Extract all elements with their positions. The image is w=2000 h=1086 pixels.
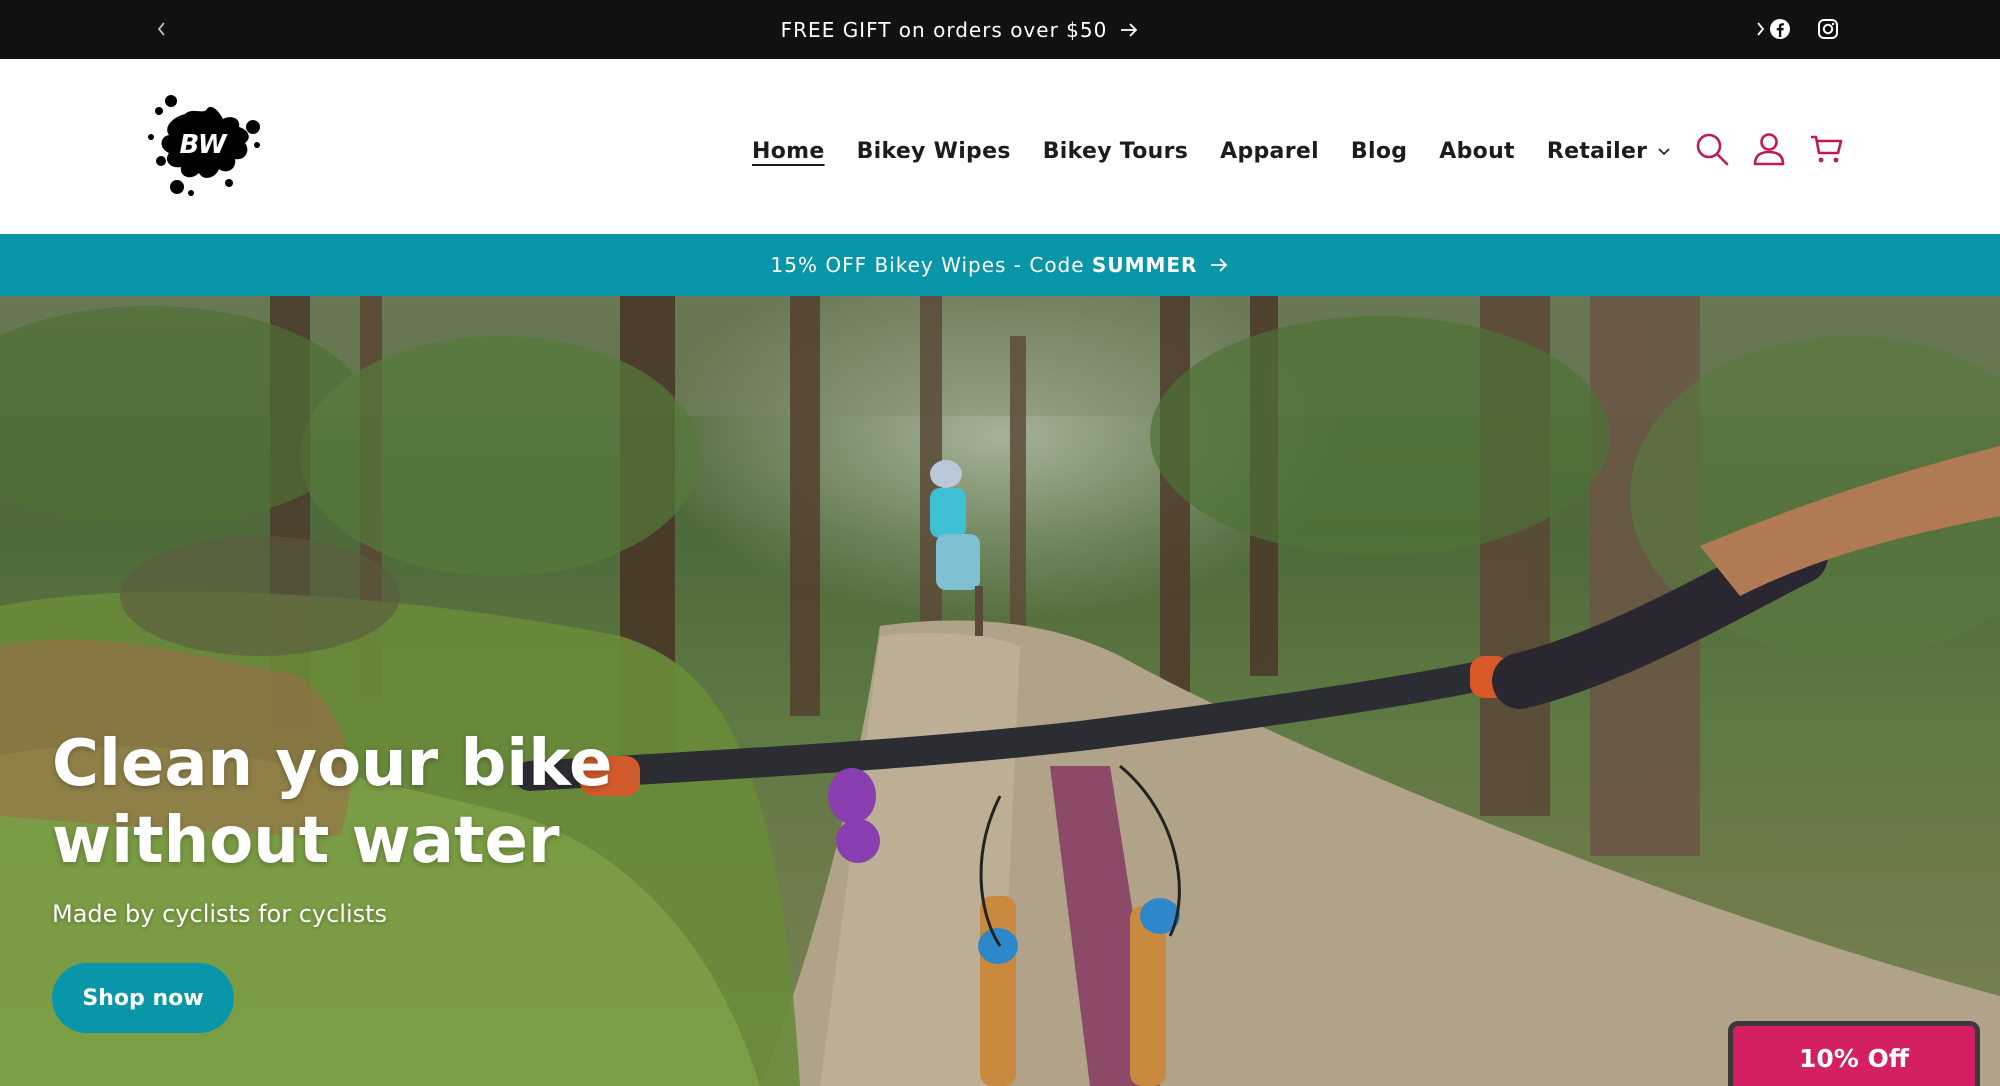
instagram-icon <box>1818 19 1838 39</box>
hero-banner: Clean your bike without water Made by cy… <box>0 296 2000 1086</box>
hero-subtitle: Made by cyclists for cyclists <box>52 900 388 928</box>
nav-item-label: Bikey Wipes <box>856 138 1011 164</box>
announcement-prev-button[interactable] <box>150 17 174 41</box>
nav-item-label: Bikey Tours <box>1042 138 1189 164</box>
nav-item-retailer[interactable]: Retailer <box>1547 139 1671 164</box>
hero-title: Clean your bike without water <box>52 727 613 878</box>
chevron-down-icon <box>1658 148 1670 156</box>
chevron-right-icon <box>1757 22 1765 36</box>
shop-now-button[interactable]: Shop now <box>52 963 234 1033</box>
promo-text-prefix: 15% OFF Bikey Wipes - Code <box>770 253 1092 277</box>
announcement-bar: FREE GIFT on orders over $50 <box>0 0 2000 59</box>
logo-text: BW <box>179 130 227 160</box>
announcement-message[interactable]: FREE GIFT on orders over $50 <box>700 0 1220 59</box>
main-nav: Home Bikey Wipes Bikey Tours Apparel Blo… <box>752 131 1671 171</box>
site-logo[interactable]: BW <box>145 89 263 199</box>
promo-code: SUMMER <box>1091 253 1198 277</box>
account-icon <box>1753 133 1785 166</box>
nav-item-label: About <box>1439 138 1515 164</box>
arrow-right-icon <box>1211 258 1228 272</box>
instagram-link[interactable] <box>1815 16 1841 42</box>
cart-icon <box>1811 135 1843 163</box>
search-icon <box>1696 133 1729 166</box>
search-button[interactable] <box>1690 127 1734 171</box>
logo-splat-icon: BW <box>148 95 260 196</box>
nav-item-home[interactable]: Home <box>752 139 825 164</box>
nav-item-about[interactable]: About <box>1439 139 1515 164</box>
nav-item-apparel[interactable]: Apparel <box>1220 139 1319 164</box>
nav-item-label: Blog <box>1350 138 1408 164</box>
nav-item-blog[interactable]: Blog <box>1351 139 1407 164</box>
facebook-link[interactable] <box>1767 16 1793 42</box>
nav-item-label: Retailer <box>1546 138 1648 164</box>
nav-item-bikey-tours[interactable]: Bikey Tours <box>1043 139 1188 164</box>
discount-tab-label: 10% Off <box>1798 1044 1910 1073</box>
promo-text: 15% OFF Bikey Wipes - Code SUMMER <box>771 253 1198 277</box>
arrow-right-icon <box>1121 22 1138 37</box>
promo-bar[interactable]: 15% OFF Bikey Wipes - Code SUMMER <box>0 234 2000 296</box>
announcement-text: FREE GIFT on orders over $50 <box>780 17 1108 42</box>
cart-button[interactable] <box>1805 127 1849 171</box>
account-button[interactable] <box>1747 127 1791 171</box>
site-header: BW Home Bikey Wipes Bikey Tours Apparel … <box>0 59 2000 234</box>
chevron-left-icon <box>157 22 165 36</box>
facebook-icon <box>1770 19 1790 39</box>
hero-background-image <box>0 296 2000 1086</box>
nav-item-label: Home <box>752 138 825 164</box>
discount-popup-tab[interactable]: 10% Off <box>1728 1021 1980 1086</box>
nav-item-label: Apparel <box>1220 138 1319 164</box>
nav-item-bikey-wipes[interactable]: Bikey Wipes <box>857 139 1011 164</box>
